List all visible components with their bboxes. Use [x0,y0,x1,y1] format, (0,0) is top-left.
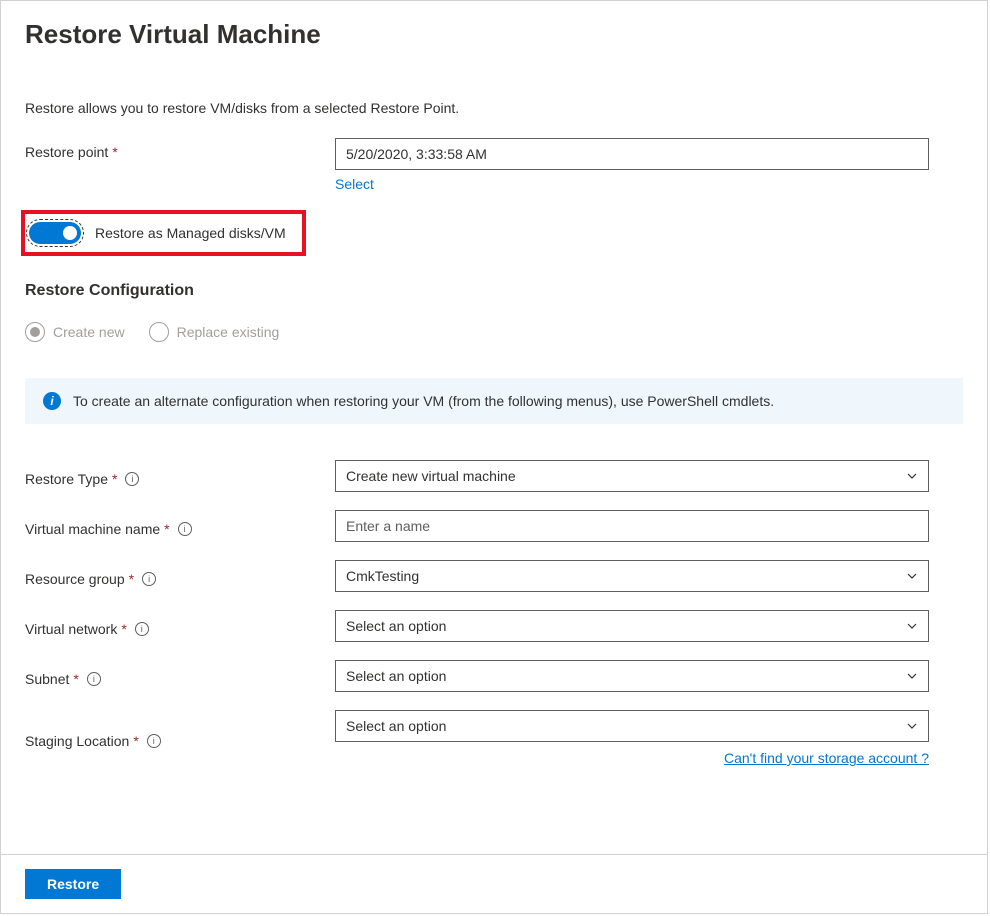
restore-point-row: Restore point * Select [25,138,963,192]
radio-replace-existing-label: Replace existing [177,324,280,340]
dropdown-value: Create new virtual machine [346,468,516,484]
restore-config-header: Restore Configuration [25,282,963,300]
select-restore-point-link[interactable]: Select [335,176,374,192]
restore-config-radio-group: Create new Replace existing [25,322,963,342]
restore-type-label: Restore Type * i [25,465,335,487]
required-indicator: * [164,521,169,537]
dropdown-value: Select an option [346,618,446,634]
toggle-thumb [63,226,77,240]
restore-point-label: Restore point * [25,138,335,160]
resource-group-label: Resource group * i [25,565,335,587]
restore-vm-panel: Restore Virtual Machine Restore allows y… [0,0,988,914]
staging-location-row: Staging Location * i Select an option Ca… [25,710,963,766]
radio-replace-existing[interactable]: Replace existing [149,322,280,342]
dropdown-value: Select an option [346,668,446,684]
subnet-label: Subnet * i [25,665,335,687]
required-indicator: * [121,621,126,637]
vm-name-label: Virtual machine name * i [25,515,335,537]
dropdown-value: Select an option [346,718,446,734]
info-icon: i [43,392,61,410]
resource-group-row: Resource group * i CmkTesting [25,560,963,592]
radio-circle-icon [25,322,45,342]
radio-create-new[interactable]: Create new [25,322,125,342]
required-indicator: * [129,571,134,587]
info-tooltip-icon[interactable]: i [147,734,161,748]
subnet-row: Subnet * i Select an option [25,660,963,692]
info-tooltip-icon[interactable]: i [125,472,139,486]
required-indicator: * [133,733,138,749]
restore-type-dropdown[interactable]: Create new virtual machine [335,460,929,492]
virtual-network-row: Virtual network * i Select an option [25,610,963,642]
chevron-down-icon [906,570,918,582]
info-banner-text: To create an alternate configuration whe… [73,393,774,409]
managed-disks-label: Restore as Managed disks/VM [95,225,286,241]
chevron-down-icon [906,470,918,482]
required-indicator: * [112,471,117,487]
resource-group-dropdown[interactable]: CmkTesting [335,560,929,592]
required-indicator: * [73,671,78,687]
managed-disks-toggle[interactable] [29,222,81,244]
page-title: Restore Virtual Machine [25,19,963,50]
staging-location-dropdown[interactable]: Select an option [335,710,929,742]
info-tooltip-icon[interactable]: i [135,622,149,636]
dropdown-value: CmkTesting [346,568,419,584]
info-tooltip-icon[interactable]: i [178,522,192,536]
restore-type-row: Restore Type * i Create new virtual mach… [25,460,963,492]
staging-location-label: Staging Location * i [25,727,335,749]
chevron-down-icon [906,670,918,682]
radio-create-new-label: Create new [53,324,125,340]
footer-bar: Restore [1,854,987,913]
managed-disks-highlight: Restore as Managed disks/VM [21,210,306,256]
subnet-dropdown[interactable]: Select an option [335,660,929,692]
required-indicator: * [112,144,117,160]
chevron-down-icon [906,720,918,732]
info-banner: i To create an alternate configuration w… [25,378,963,424]
vm-name-input[interactable] [335,510,929,542]
chevron-down-icon [906,620,918,632]
info-tooltip-icon[interactable]: i [142,572,156,586]
info-tooltip-icon[interactable]: i [87,672,101,686]
virtual-network-dropdown[interactable]: Select an option [335,610,929,642]
storage-account-help-link[interactable]: Can't find your storage account ? [724,750,929,766]
virtual-network-label: Virtual network * i [25,615,335,637]
restore-point-input[interactable] [335,138,929,170]
page-description: Restore allows you to restore VM/disks f… [25,100,963,116]
vm-name-row: Virtual machine name * i [25,510,963,542]
radio-circle-icon [149,322,169,342]
restore-button[interactable]: Restore [25,869,121,899]
